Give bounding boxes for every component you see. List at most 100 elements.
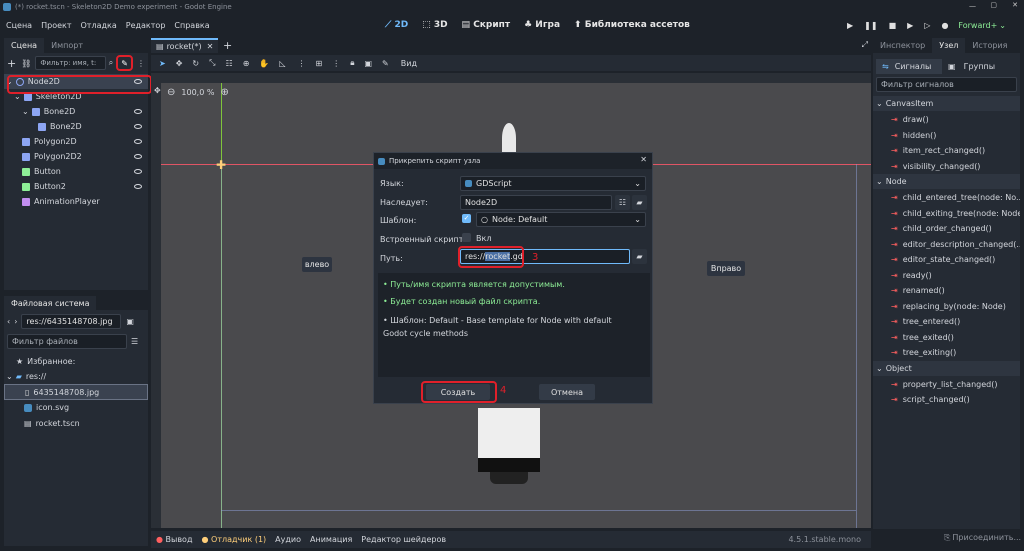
signal-item[interactable]: ⇥ child_entered_tree(node: No... [873, 190, 1020, 205]
move-tool-icon[interactable]: ✥ [176, 59, 183, 68]
scene-node-7[interactable]: Button2 [4, 179, 148, 194]
template-checkbox[interactable]: ✓ [462, 214, 471, 223]
visibility-eye-icon[interactable] [134, 154, 142, 159]
filesystem-path-field[interactable]: res://6435148708.jpg [21, 313, 122, 329]
groups-subtab[interactable]: ▣ Группы [948, 62, 995, 71]
root-folder-item[interactable]: ⌄ ▰ res:// [4, 369, 148, 384]
visibility-eye-icon[interactable] [134, 169, 142, 174]
tab-filesystem[interactable]: Файловая система [4, 296, 97, 310]
select-tool-icon[interactable]: ➤ [159, 59, 166, 68]
split-view-icon[interactable]: ▣ [126, 317, 134, 326]
grid-icon[interactable]: ⊞ [316, 59, 323, 68]
workspace-script[interactable]: ▤ Скрипт [462, 20, 511, 30]
rotate-tool-icon[interactable]: ↻ [192, 59, 199, 68]
tree-icon[interactable]: ☷ [615, 195, 630, 210]
signal-item[interactable]: ⇥ item_rect_changed() [873, 143, 1020, 158]
debugger-tab[interactable]: ● Отладчик (1) [201, 535, 266, 544]
signal-item[interactable]: ⇥ tree_entered() [873, 314, 1020, 329]
language-select[interactable]: GDScript ⌄ [460, 176, 646, 191]
animation-tab[interactable]: Анимация [310, 535, 352, 544]
pause-icon[interactable]: ❚❚ [864, 21, 877, 30]
tab-history[interactable]: История [965, 38, 1014, 53]
right-button[interactable]: Вправо [707, 261, 745, 276]
connect-button[interactable]: ⎘ Присоединить... [874, 533, 1021, 543]
visibility-eye-icon[interactable] [134, 184, 142, 189]
inherits-field[interactable]: Node2D [460, 195, 612, 210]
view-menu[interactable]: Вид [401, 59, 417, 68]
signals-subtab[interactable]: ⇋ Сигналы [876, 58, 942, 74]
scene-node-4[interactable]: Polygon2D [4, 134, 148, 149]
pivot-tool-icon[interactable]: ⊕ [243, 59, 250, 68]
menu-item-2[interactable]: Отладка [81, 21, 117, 30]
lock-icon[interactable]: 🔒︎ [350, 58, 354, 68]
scene-node-2[interactable]: ⌄ Bone2D [4, 104, 148, 119]
maximize-button[interactable]: ▢ [990, 1, 997, 9]
shader-editor-tab[interactable]: Редактор шейдеров [361, 535, 446, 544]
folder-icon[interactable]: ▰ [632, 249, 647, 264]
zoom-level[interactable]: 100,0 % [181, 88, 214, 97]
add-tab-icon[interactable]: + [223, 39, 232, 52]
close-icon[interactable]: ✕ [640, 155, 647, 164]
signal-item[interactable]: ⇥ ready() [873, 268, 1020, 283]
filter-options-icon[interactable]: ☰ [131, 337, 138, 346]
play-custom-icon[interactable]: ▷ [924, 21, 930, 30]
menu-item-3[interactable]: Редактор [126, 21, 166, 30]
play-icon[interactable]: ▶ [847, 21, 853, 30]
tab-node[interactable]: Узел [932, 38, 966, 53]
signal-item[interactable]: ⇥ child_order_changed() [873, 221, 1020, 236]
ruler-tool-icon[interactable]: ◺ [279, 59, 285, 68]
signal-item[interactable]: ⇥ property_list_changed() [873, 377, 1020, 392]
signal-item[interactable]: ⇥ hidden() [873, 128, 1020, 143]
signal-item[interactable]: ⇥ child_exiting_tree(node: Node) [873, 206, 1020, 221]
stop-icon[interactable]: ■ [889, 21, 897, 30]
signal-group-2[interactable]: ⌄ Object [873, 360, 1020, 376]
builtin-checkbox[interactable] [462, 233, 471, 242]
workspace-2d[interactable]: ⟋ 2D [385, 20, 408, 30]
signal-item[interactable]: ⇥ draw() [873, 112, 1020, 127]
close-window-button[interactable]: ✕ [1012, 1, 1018, 9]
signal-item[interactable]: ⇥ renamed() [873, 283, 1020, 298]
signal-item[interactable]: ⇥ editor_state_changed() [873, 252, 1020, 267]
menu-item-1[interactable]: Проект [41, 21, 71, 30]
workspace-game[interactable]: ♣ Игра [524, 20, 560, 30]
movie-icon[interactable]: ● [941, 21, 948, 30]
menu-dots-icon[interactable]: ⋮ [137, 59, 145, 68]
visibility-eye-icon[interactable] [134, 109, 142, 114]
menu-item-0[interactable]: Сцена [6, 21, 32, 30]
left-button[interactable]: влево [302, 257, 332, 272]
folder-icon[interactable]: ▰ [632, 195, 647, 210]
audio-tab[interactable]: Аудио [275, 535, 301, 544]
favorites-item[interactable]: ★ Избранное: [4, 354, 148, 369]
tab-inspector[interactable]: Инспектор [873, 38, 932, 53]
pan-tool-icon[interactable]: ✋ [259, 59, 269, 68]
minimize-button[interactable]: — [969, 2, 976, 10]
scale-tool-icon[interactable]: ⤡ [209, 58, 215, 68]
renderer-select[interactable]: Forward+ [958, 21, 997, 30]
attach-script-button[interactable]: ✎ [116, 55, 133, 71]
cancel-button[interactable]: Отмена [539, 384, 595, 400]
scene-filter-input[interactable]: Фильтр: имя, t: [35, 56, 106, 70]
zoom-in-icon[interactable]: ⊕ [220, 87, 228, 98]
link-icon[interactable]: ⛓ [21, 59, 31, 68]
signal-item[interactable]: ⇥ editor_description_changed(... [873, 237, 1020, 252]
add-node-icon[interactable]: + [7, 57, 16, 70]
scene-node-3[interactable]: Bone2D [4, 119, 148, 134]
visibility-eye-icon[interactable] [134, 124, 142, 129]
signal-item[interactable]: ⇥ tree_exited() [873, 330, 1020, 345]
zoom-out-icon[interactable]: ⊖ [167, 87, 175, 98]
filesystem-filter-input[interactable]: Фильтр файлов [7, 333, 127, 349]
signal-item[interactable]: ⇥ replacing_by(node: Node) [873, 299, 1020, 314]
scene-node-6[interactable]: Button [4, 164, 148, 179]
signal-item[interactable]: ⇥ visibility_changed() [873, 159, 1020, 174]
signal-group-1[interactable]: ⌄ Node [873, 174, 1020, 189]
tab-scene[interactable]: Сцена [4, 38, 45, 53]
output-tab[interactable]: ● Вывод [156, 535, 192, 544]
visibility-eye-icon[interactable] [134, 139, 142, 144]
signal-group-0[interactable]: ⌄ CanvasItem [873, 96, 1020, 111]
workspace-3d[interactable]: ⬚ 3D [422, 20, 447, 30]
play-scene-icon[interactable]: ▶ [907, 21, 913, 30]
menu-item-4[interactable]: Справка [174, 21, 209, 30]
signal-item[interactable]: ⇥ script_changed() [873, 392, 1020, 407]
template-select[interactable]: ○ Node: Default ⌄ [476, 212, 646, 227]
list-tool-icon[interactable]: ☷ [226, 59, 233, 68]
